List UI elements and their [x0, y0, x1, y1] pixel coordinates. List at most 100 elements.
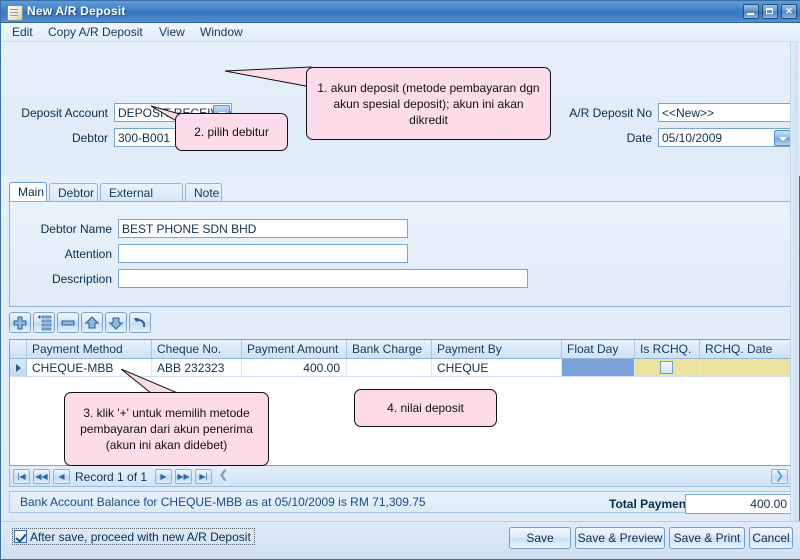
- maximize-button[interactable]: [762, 4, 778, 19]
- total-payment-label: Total Payment:: [609, 497, 695, 511]
- grid-header-bank-charge[interactable]: Bank Charge: [347, 340, 432, 358]
- next-record-icon: ▶: [160, 472, 167, 481]
- date-value: 05/10/2009: [662, 131, 723, 145]
- menu-item-window[interactable]: Window: [194, 25, 249, 40]
- prev-page-button[interactable]: ◀◀: [33, 469, 50, 484]
- grid-header-rchq-date[interactable]: RCHQ. Date: [700, 340, 792, 358]
- menu-item-copy-ar-deposit[interactable]: Copy A/R Deposit: [42, 25, 149, 40]
- record-navigator: |◀ ◀◀ ◀ Record 1 of 1 ▶ ▶▶ ▶| ❮ ❯: [9, 467, 793, 487]
- grid-header-payment-amount[interactable]: Payment Amount: [242, 340, 347, 358]
- next-page-icon: ▶▶: [177, 472, 190, 481]
- grid-header-is-rchq[interactable]: Is RCHQ.: [635, 340, 700, 358]
- menu-item-view[interactable]: View: [153, 25, 191, 40]
- callout-3: 3. klik '+' untuk memilih metode pembaya…: [64, 392, 269, 466]
- first-record-button[interactable]: |◀: [13, 469, 30, 484]
- delete-row-button[interactable]: [57, 312, 79, 333]
- tab-note[interactable]: Note: [185, 183, 222, 202]
- ar-deposit-no-value: <<New>>: [662, 106, 715, 120]
- attention-label: Attention: [64, 247, 112, 261]
- cancel-button[interactable]: Cancel: [749, 527, 793, 549]
- grid-toolbar: [9, 312, 793, 336]
- scroll-right-button[interactable]: ❯: [771, 469, 788, 484]
- grid-header-payment-method[interactable]: Payment Method: [27, 340, 152, 358]
- callout-2: 2. pilih debitur: [175, 113, 288, 151]
- calendar-chevron-down-icon[interactable]: [774, 130, 791, 146]
- minus-icon: [61, 320, 75, 326]
- is-rchq-checkbox[interactable]: [660, 361, 673, 374]
- debtor-name-label: Debtor Name: [40, 222, 112, 236]
- scroll-left-button[interactable]: ❮: [215, 469, 232, 484]
- title-bar: New A/R Deposit ✕: [1, 1, 800, 23]
- chevron-left-icon: ❮: [218, 469, 229, 481]
- main-tab-panel: Debtor Name BEST PHONE SDN BHD Attention…: [9, 201, 793, 307]
- row-selector[interactable]: [10, 359, 27, 377]
- date-picker[interactable]: 05/10/2009: [658, 128, 793, 147]
- insert-icon: [38, 315, 52, 331]
- document-icon: [7, 5, 23, 21]
- first-record-icon: |◀: [17, 472, 26, 481]
- save-button[interactable]: Save: [509, 527, 571, 549]
- attention-field[interactable]: [118, 244, 408, 263]
- prev-record-button[interactable]: ◀: [53, 469, 70, 484]
- move-up-button[interactable]: [81, 312, 103, 333]
- callout-4: 4. nilai deposit: [354, 389, 497, 427]
- bank-balance-text: Bank Account Balance for CHEQUE-MBB as a…: [20, 495, 426, 509]
- next-page-button[interactable]: ▶▶: [175, 469, 192, 484]
- record-counter: Record 1 of 1: [75, 470, 148, 484]
- last-record-icon: ▶|: [199, 472, 208, 481]
- close-button[interactable]: ✕: [781, 4, 797, 19]
- footer-bar: After save, proceed with new A/R Deposit…: [2, 521, 800, 559]
- arrow-up-icon: [84, 316, 100, 329]
- ar-deposit-window: New A/R Deposit ✕ Edit Copy A/R Deposit …: [0, 0, 800, 560]
- tab-main[interactable]: Main: [9, 182, 47, 202]
- tab-external-link[interactable]: External Link: [100, 183, 183, 218]
- move-down-button[interactable]: [105, 312, 127, 333]
- prev-record-icon: ◀: [58, 472, 65, 481]
- last-record-button[interactable]: ▶|: [195, 469, 212, 484]
- vertical-scrollbar[interactable]: [790, 42, 798, 521]
- undo-button[interactable]: [129, 312, 151, 333]
- after-save-checkbox[interactable]: [14, 530, 27, 543]
- plus-icon: [13, 316, 27, 330]
- cell-rchq-date[interactable]: [700, 359, 792, 377]
- cell-payment-amount[interactable]: 400.00: [242, 359, 347, 377]
- grid-header-float-day[interactable]: Float Day: [562, 340, 635, 358]
- cell-float-day[interactable]: [562, 359, 635, 377]
- add-row-button[interactable]: [9, 312, 31, 333]
- after-save-label: After save, proceed with new A/R Deposit: [30, 529, 251, 544]
- debtor-value: 300-B001: [118, 131, 171, 145]
- window-title: New A/R Deposit: [27, 4, 126, 18]
- menu-bar: Edit Copy A/R Deposit View Window: [2, 23, 800, 42]
- grid-header-payment-by[interactable]: Payment By: [432, 340, 562, 358]
- grid-header-row: Payment Method Cheque No. Payment Amount…: [10, 340, 792, 359]
- cell-payment-by[interactable]: CHEQUE: [432, 359, 562, 377]
- menu-item-edit[interactable]: Edit: [6, 25, 39, 40]
- debtor-label: Debtor: [71, 131, 108, 145]
- cell-is-rchq[interactable]: [635, 359, 700, 377]
- next-record-button[interactable]: ▶: [155, 469, 172, 484]
- deposit-account-label: Deposit Account: [21, 106, 108, 120]
- debtor-name-field[interactable]: BEST PHONE SDN BHD: [118, 219, 408, 238]
- description-field[interactable]: [118, 269, 528, 288]
- ar-deposit-no-label: A/R Deposit No: [569, 106, 652, 120]
- insert-row-button[interactable]: [33, 312, 55, 333]
- window-controls: ✕: [743, 4, 797, 19]
- tab-strip: Main Debtor External Link Note: [9, 182, 793, 218]
- prev-page-icon: ◀◀: [35, 472, 48, 481]
- grid-header-cheque-no[interactable]: Cheque No.: [152, 340, 242, 358]
- save-preview-button[interactable]: Save & Preview: [575, 527, 665, 549]
- undo-icon: [134, 318, 146, 328]
- chevron-right-icon: ❯: [774, 470, 785, 482]
- callout-1-tail: [225, 66, 312, 88]
- arrow-down-icon: [108, 317, 124, 330]
- minimize-button[interactable]: [743, 4, 759, 19]
- callout-1: 1. akun deposit (metode pembayaran dgn a…: [306, 67, 551, 140]
- cell-bank-charge[interactable]: [347, 359, 432, 377]
- save-print-button[interactable]: Save & Print: [669, 527, 745, 549]
- tab-debtor[interactable]: Debtor: [49, 183, 98, 202]
- date-label: Date: [626, 131, 652, 145]
- total-payment-value: 400.00: [685, 494, 793, 514]
- ar-deposit-no-field[interactable]: <<New>>: [658, 103, 793, 122]
- description-label: Description: [51, 272, 112, 286]
- after-save-checkbox-wrap[interactable]: After save, proceed with new A/R Deposit: [12, 528, 255, 545]
